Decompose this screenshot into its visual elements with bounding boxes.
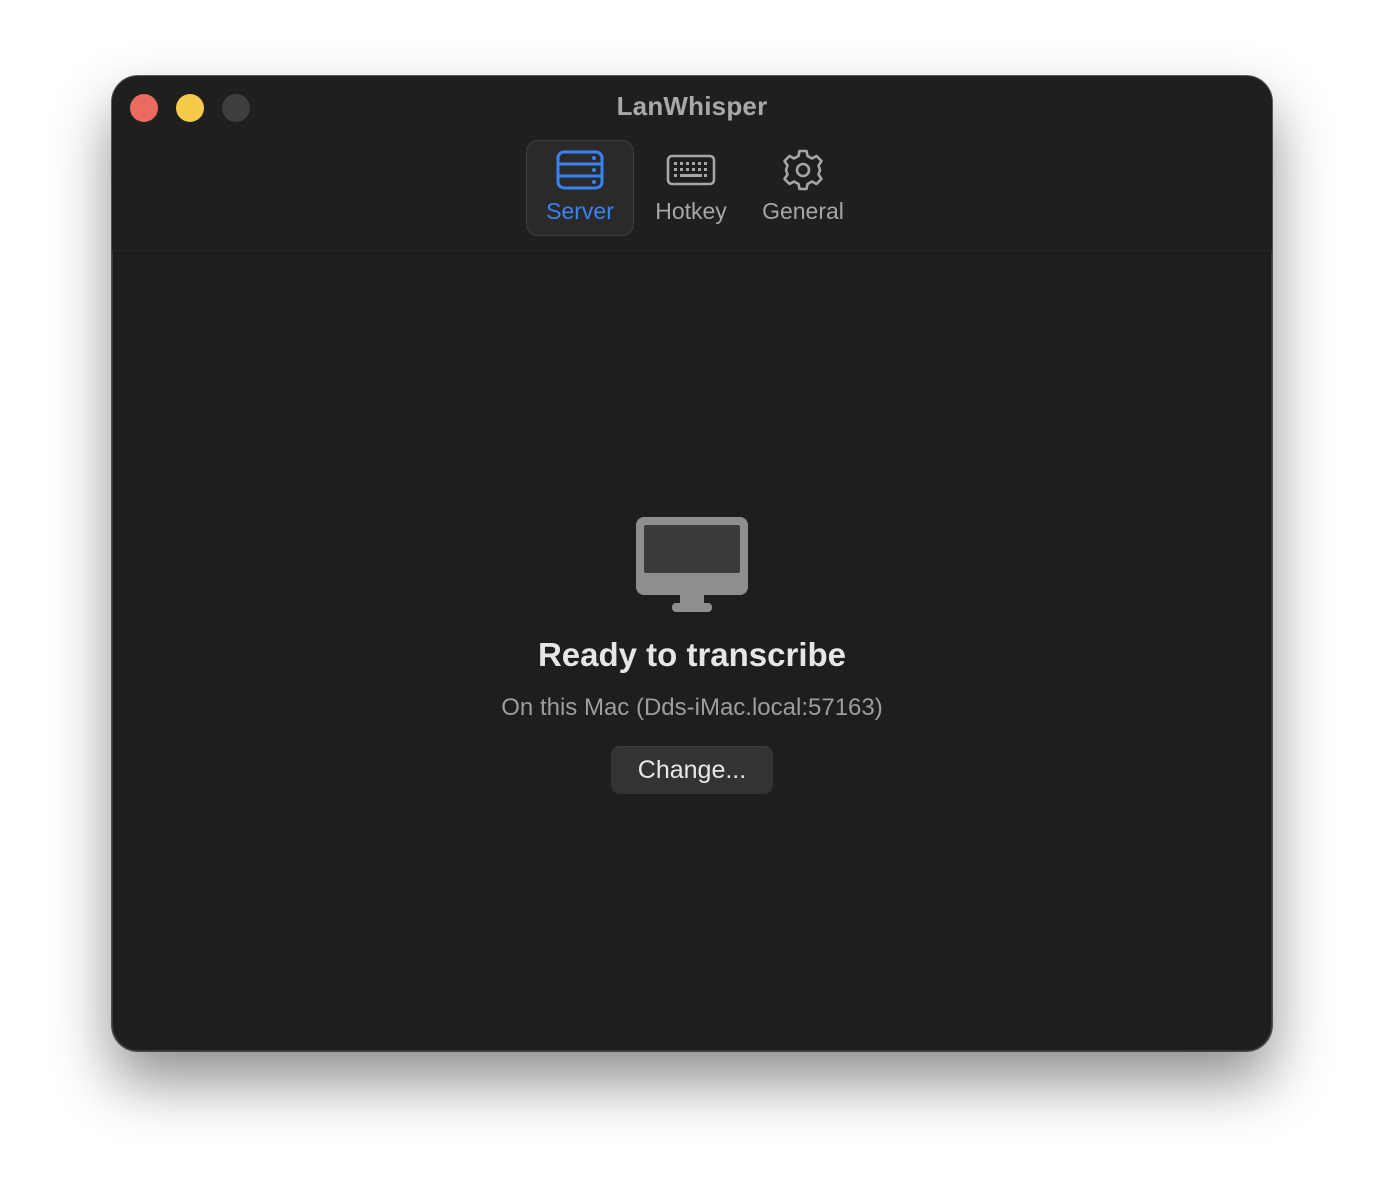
tab-general-label: General <box>762 198 844 224</box>
server-icon <box>556 150 604 195</box>
server-location: On this Mac (Dds-iMac.local:57163) <box>501 694 883 721</box>
server-pane: Ready to transcribe On this Mac (Dds-iMa… <box>112 251 1272 1051</box>
keyboard-icon <box>666 150 716 191</box>
tab-hotkey[interactable]: Hotkey <box>638 140 744 236</box>
status-title: Ready to transcribe <box>537 636 847 673</box>
window-toolbar: LanWhisper Server Hotkey General <box>112 76 1272 251</box>
gear-icon <box>781 149 825 197</box>
tab-server[interactable]: Server <box>526 140 634 236</box>
tab-server-label: Server <box>546 198 614 224</box>
tab-hotkey-label: Hotkey <box>655 198 727 224</box>
tab-general[interactable]: General <box>748 140 858 236</box>
window-title: LanWhisper <box>616 91 768 121</box>
preferences-window: LanWhisper Server Hotkey General Ready t… <box>112 76 1272 1051</box>
desktop-computer-icon <box>635 516 749 619</box>
change-server-button[interactable]: Change... <box>611 746 773 794</box>
